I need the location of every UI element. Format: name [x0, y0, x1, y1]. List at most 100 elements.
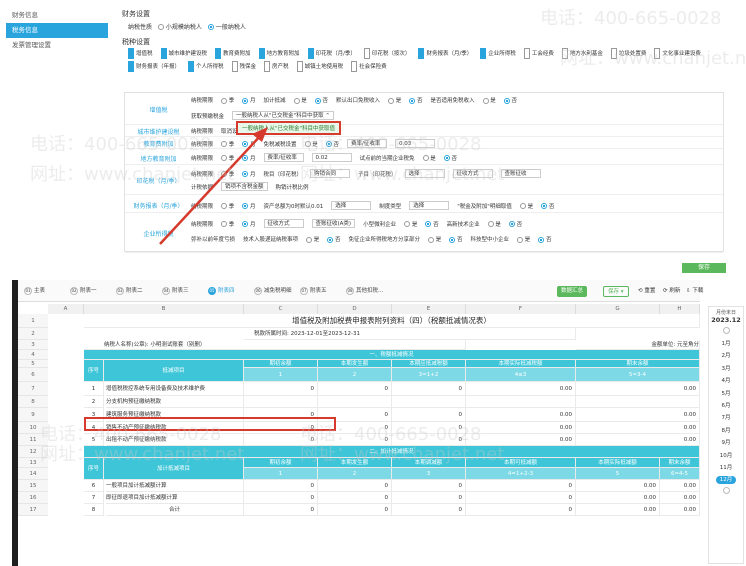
local-edu-group-line-0-input-4[interactable]: 0.02: [311, 153, 352, 162]
tax-type-item-2[interactable]: 教育费附加: [215, 48, 251, 59]
local-edu-group-line-0-opt-1[interactable]: 季: [221, 154, 234, 162]
vat-group-line-0-opt-1[interactable]: 季: [221, 96, 234, 104]
month-item-4[interactable]: 4月: [709, 375, 743, 387]
cit-group-line-0-opt-7[interactable]: 否: [425, 220, 439, 228]
vat-group-line-0-opt-7[interactable]: 是: [388, 96, 401, 104]
checkbox-icon[interactable]: [654, 48, 661, 59]
edu-group-line-0-opt-5[interactable]: 否: [325, 140, 339, 148]
tax-type-item-14[interactable]: 残保金: [231, 61, 256, 72]
edu-group-line-0-input-6[interactable]: 费率/征收率: [347, 139, 388, 148]
edu-group-line-0-opt-2[interactable]: 月: [242, 140, 256, 148]
month-item-1[interactable]: 1月: [709, 338, 743, 350]
row-number-14[interactable]: 14: [18, 468, 48, 480]
checkbox-icon[interactable]: [231, 61, 238, 72]
edu-group-line-0-opt-4[interactable]: 是: [304, 140, 318, 148]
vat-prepaid-select[interactable]: 一般纳税人从"已交税金"科目中获取 ⌃: [232, 111, 334, 120]
cit-group-line-1-opt-8[interactable]: 是: [517, 235, 530, 243]
month-item-2[interactable]: 2月: [709, 350, 743, 362]
cit-group-line-0-opt-9[interactable]: 是: [487, 220, 501, 228]
tax-type-item-11[interactable]: 文化事业建设费: [654, 48, 701, 59]
tax-type-item-4[interactable]: 印花税（月/季）: [307, 48, 356, 59]
cit-group-line-0-opt-2[interactable]: 月: [242, 220, 256, 228]
row-number-3[interactable]: 3: [18, 340, 48, 350]
scroll-down-icon[interactable]: [709, 486, 743, 496]
cit-group-line-1-opt-6[interactable]: 否: [449, 235, 463, 243]
checkbox-icon[interactable]: [610, 48, 617, 59]
edu-group-line-0-input-7[interactable]: 0.03: [395, 139, 436, 148]
fin-group-line-0-opt-9[interactable]: 否: [541, 202, 554, 210]
row-number-5[interactable]: 5: [18, 360, 48, 368]
taxpayer-option-1[interactable]: 一般纳税人: [207, 22, 246, 31]
column-header-H[interactable]: H: [660, 304, 700, 314]
tax-type-item-15[interactable]: 房产税: [264, 61, 289, 72]
tax-type-item-12[interactable]: 财务报表（年报）: [128, 61, 180, 72]
nav-item-1[interactable]: 税务信息: [6, 23, 108, 38]
tax-type-item-5[interactable]: 印花税（按次）: [363, 48, 410, 59]
row-number-15[interactable]: 15: [18, 480, 48, 492]
edu-group-line-0-opt-1[interactable]: 季: [221, 140, 234, 148]
local-edu-group-line-0-input-3[interactable]: 费率/征收率: [263, 153, 304, 162]
fin-group-line-0-opt-8[interactable]: 是: [519, 202, 533, 210]
sheet-tab-0[interactable]: 01 主表: [24, 286, 45, 297]
month-item-11[interactable]: 11月: [709, 462, 743, 474]
row-number-12[interactable]: 12: [18, 446, 48, 458]
local-edu-group-line-0-opt-7[interactable]: 否: [443, 154, 457, 162]
row-number-9[interactable]: 9: [18, 408, 48, 422]
row-number-10[interactable]: 10: [18, 422, 48, 434]
tax-type-item-13[interactable]: 个人所得税: [188, 61, 224, 72]
checkbox-icon[interactable]: [351, 61, 358, 72]
cit-group-line-0-input-3[interactable]: 征收方式: [263, 219, 304, 228]
stamp-group-line-0-input-8[interactable]: 查账征收: [500, 169, 541, 178]
fin-group-line-0-opt-2[interactable]: 月: [242, 202, 256, 210]
stamp-group-line-1-input-1[interactable]: 销项不含税金额: [221, 182, 268, 191]
month-item-3[interactable]: 3月: [709, 363, 743, 375]
checkbox-icon[interactable]: [480, 48, 487, 59]
tax-type-item-9[interactable]: 地方水利基金: [561, 48, 603, 59]
stamp-group-line-0-opt-1[interactable]: 季: [221, 170, 234, 178]
tax-type-item-7[interactable]: 企业所得税: [480, 48, 516, 59]
row-number-4[interactable]: 4: [18, 350, 48, 360]
tax-type-item-10[interactable]: 垃圾处置费: [610, 48, 646, 59]
sheet-tab-4[interactable]: 05 附表四: [208, 286, 235, 297]
column-header-A[interactable]: A: [48, 304, 84, 314]
month-item-7[interactable]: 7月: [709, 412, 743, 424]
taxpayer-option-0[interactable]: 小规模纳税人: [158, 22, 202, 31]
cit-group-line-0-input-4[interactable]: 查账征收(A类): [311, 219, 356, 228]
reset-button[interactable]: ⟲ 重置: [634, 286, 659, 297]
sheet-tab-3[interactable]: 04 附表三: [162, 286, 189, 297]
sheet-tab-6[interactable]: 07 附表五: [300, 286, 327, 297]
nav-item-0[interactable]: 财务信息: [6, 8, 108, 23]
checkbox-icon[interactable]: [258, 48, 265, 59]
cit-group-line-1-opt-2[interactable]: 是: [306, 235, 319, 243]
checkbox-icon[interactable]: [215, 48, 222, 59]
column-header-D[interactable]: D: [318, 304, 392, 314]
generate-button[interactable]: 数据汇总: [557, 286, 588, 297]
checkbox-icon[interactable]: [128, 61, 134, 72]
checkbox-icon[interactable]: [264, 61, 271, 72]
row-number-1[interactable]: 1: [18, 314, 48, 328]
month-item-6[interactable]: 6月: [709, 400, 743, 412]
column-header-B[interactable]: B: [84, 304, 244, 314]
fin-group-line-0-opt-1[interactable]: 季: [221, 202, 234, 210]
vat-group-line-0-opt-10[interactable]: 是: [482, 96, 496, 104]
vat-group-line-0-opt-8[interactable]: 否: [409, 96, 423, 104]
checkbox-icon[interactable]: [561, 48, 568, 59]
checkbox-icon[interactable]: [363, 48, 370, 59]
scroll-up-icon[interactable]: [709, 327, 743, 336]
month-item-9[interactable]: 9月: [709, 437, 743, 449]
refresh-button[interactable]: ⟳ 刷新: [659, 286, 684, 297]
month-item-5[interactable]: 5月: [709, 388, 743, 400]
local-edu-group-line-0-opt-6[interactable]: 是: [422, 154, 436, 162]
month-item-8[interactable]: 8月: [709, 425, 743, 437]
vat-group-line-0-opt-2[interactable]: 月: [242, 96, 256, 104]
row-number-8[interactable]: 8: [18, 396, 48, 408]
sheet-tab-7[interactable]: 08 其他扣税...: [346, 286, 383, 297]
nav-item-2[interactable]: 发票管理设置: [6, 38, 108, 53]
stamp-group-line-0-opt-2[interactable]: 月: [242, 170, 256, 178]
column-header-C[interactable]: C: [244, 304, 318, 314]
row-number-2[interactable]: 2: [18, 328, 48, 340]
cit-group-line-0-opt-6[interactable]: 是: [404, 220, 417, 228]
tax-type-item-1[interactable]: 城市维护建设税: [160, 48, 207, 59]
download-button[interactable]: ⇩ 下载: [682, 286, 707, 297]
fin-group-line-0-input-6[interactable]: 选择: [409, 201, 450, 210]
